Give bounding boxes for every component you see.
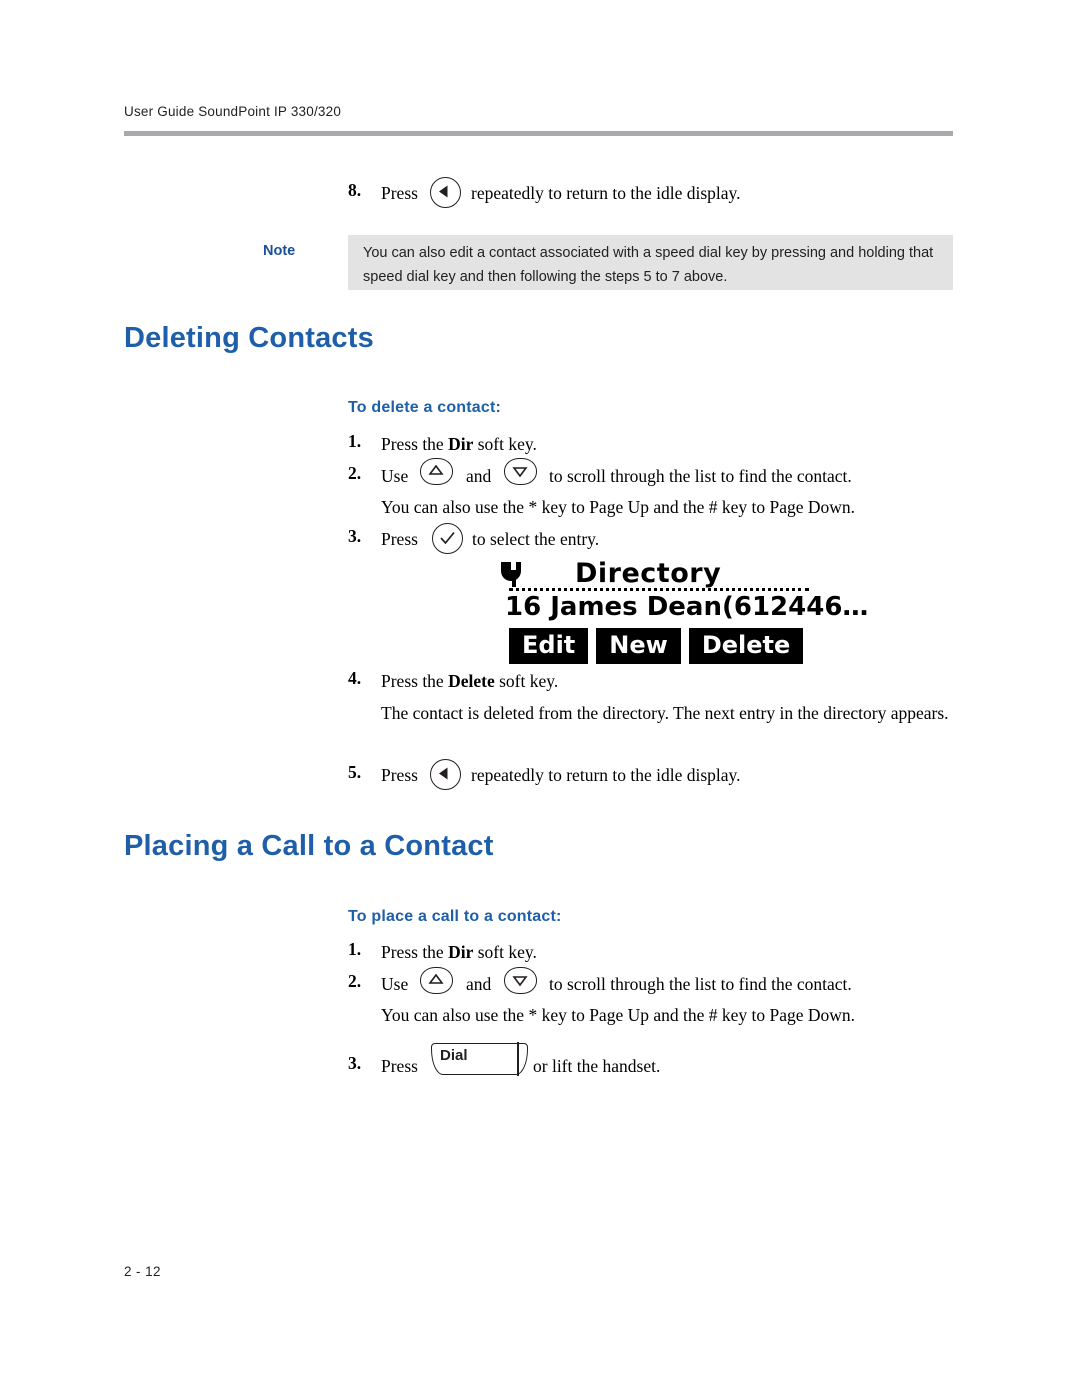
phone-lcd-screenshot: Directory 16 James Dean(612446… Edit New…: [487, 558, 868, 664]
left-arrow-key-icon: [430, 759, 461, 790]
place-step-3-post: or lift the handset.: [533, 1056, 661, 1076]
dial-key-stem: [517, 1042, 519, 1076]
lcd-divider: [509, 588, 809, 591]
note-label: Note: [263, 243, 296, 259]
delete-step-4-sub: The contact is deleted from the director…: [381, 703, 949, 723]
delete-step-2-number: 2.: [348, 463, 362, 483]
step-8-number: 8.: [348, 180, 362, 200]
lcd-softkey-edit[interactable]: Edit: [509, 628, 589, 664]
place-step-2-sub: You can also use the * key to Page Up an…: [381, 1005, 856, 1025]
delete-step-5-number: 5.: [348, 762, 362, 782]
handset-hook-icon: [501, 560, 527, 588]
heading-placing-a-call: Placing a Call to a Contact: [124, 830, 494, 862]
left-arrow-key-icon: [430, 177, 461, 208]
delete-step-4-pre: Press the: [381, 671, 449, 691]
dial-soft-key-icon[interactable]: Dial: [431, 1042, 528, 1080]
delete-step-5-post: repeatedly to return to the idle display…: [471, 765, 741, 785]
delete-step-5-pre: Press: [381, 765, 418, 785]
up-arrow-key-icon: [420, 967, 453, 994]
place-step-1-pre: Press the: [381, 942, 449, 962]
place-step-2-pre: Use: [381, 974, 409, 994]
place-step-1-post: soft key.: [473, 942, 537, 962]
down-arrow-key-icon: [504, 967, 537, 994]
delete-step-3-pre: Press: [381, 529, 418, 549]
delete-step-1-text: Press the Dir soft key.: [381, 431, 537, 457]
lcd-softkey-delete[interactable]: Delete: [688, 628, 804, 664]
delete-step-1-post: soft key.: [473, 434, 537, 454]
delete-step-4-number: 4.: [348, 668, 362, 688]
lcd-title: Directory: [575, 558, 722, 589]
down-arrow-key-icon: [504, 458, 537, 485]
delete-step-2-sub: You can also use the * key to Page Up an…: [381, 497, 856, 517]
delete-step-4-text: Press the Delete soft key.: [381, 668, 558, 694]
running-head: User Guide SoundPoint IP 330/320: [124, 104, 342, 119]
delete-step-3-post: to select the entry.: [472, 529, 600, 549]
heading-deleting-contacts: Deleting Contacts: [124, 322, 374, 354]
place-step-1-text: Press the Dir soft key.: [381, 939, 537, 965]
place-step-3-number: 3.: [348, 1053, 362, 1073]
lcd-directory-entry: 16 James Dean(612446…: [505, 592, 869, 622]
header-divider: [124, 131, 953, 136]
step-8-text-after: repeatedly to return to the idle display…: [471, 183, 741, 203]
delete-step-2-post: to scroll through the list to find the c…: [549, 466, 852, 486]
delete-step-4-post: soft key.: [494, 671, 559, 691]
lcd-softkey-row: Edit New Delete: [509, 628, 804, 664]
place-step-2-mid: and: [466, 974, 492, 994]
delete-step-1-bold: Dir: [448, 434, 474, 454]
place-step-3-pre: Press: [381, 1056, 418, 1076]
delete-step-2-pre: Use: [381, 466, 409, 486]
lcd-softkey-new[interactable]: New: [596, 628, 681, 664]
delete-step-1-pre: Press the: [381, 434, 449, 454]
subheading-to-place-a-call: To place a call to a contact:: [348, 908, 562, 925]
delete-step-2-mid: and: [466, 466, 492, 486]
delete-step-3-number: 3.: [348, 526, 362, 546]
checkmark-select-key-icon: [432, 523, 463, 554]
place-step-1-number: 1.: [348, 939, 362, 959]
dial-key-label: Dial: [438, 1047, 470, 1064]
subheading-to-delete-a-contact: To delete a contact:: [348, 399, 502, 416]
delete-step-4-bold: Delete: [448, 671, 495, 691]
page-number: 2 - 12: [124, 1264, 161, 1279]
note-text: You can also edit a contact associated w…: [363, 245, 934, 285]
up-arrow-key-icon: [420, 458, 453, 485]
document-page: User Guide SoundPoint IP 330/320 8. Pres…: [0, 0, 1080, 1397]
place-step-2-number: 2.: [348, 971, 362, 991]
place-step-1-bold: Dir: [448, 942, 474, 962]
delete-step-1-number: 1.: [348, 431, 362, 451]
step-8-text-before: Press: [381, 183, 418, 203]
place-step-2-post: to scroll through the list to find the c…: [549, 974, 852, 994]
